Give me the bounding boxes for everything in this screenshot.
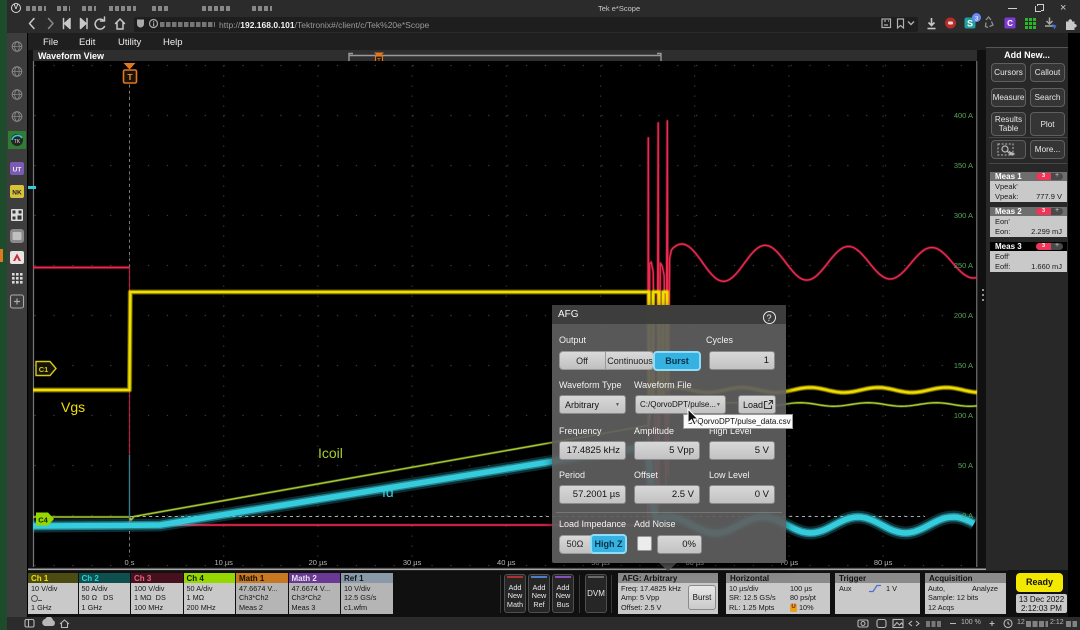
svg-text:100 A: 100 A <box>954 411 973 420</box>
svg-text:40 µs: 40 µs <box>497 558 516 567</box>
svg-text:80 µs: 80 µs <box>874 558 893 567</box>
svg-text:30 µs: 30 µs <box>403 558 422 567</box>
svg-text:300 A: 300 A <box>954 211 973 220</box>
svg-text:Id: Id <box>382 484 394 500</box>
svg-text:Vgs: Vgs <box>61 399 85 415</box>
svg-text:150 A: 150 A <box>954 361 973 370</box>
svg-text:T: T <box>127 72 133 82</box>
svg-text:Icoil: Icoil <box>318 445 343 461</box>
svg-text:50 A: 50 A <box>958 461 973 470</box>
svg-text:250 A: 250 A <box>954 261 973 270</box>
svg-text:20 µs: 20 µs <box>309 558 328 567</box>
svg-text:0 s: 0 s <box>124 558 134 567</box>
svg-text:200 A: 200 A <box>954 311 973 320</box>
svg-text:0 A: 0 A <box>962 511 973 520</box>
svg-text:350 A: 350 A <box>954 161 973 170</box>
svg-text:10 µs: 10 µs <box>214 558 233 567</box>
svg-text:C1: C1 <box>39 365 49 374</box>
svg-text:C4: C4 <box>38 516 48 525</box>
svg-text:400 A: 400 A <box>954 111 973 120</box>
